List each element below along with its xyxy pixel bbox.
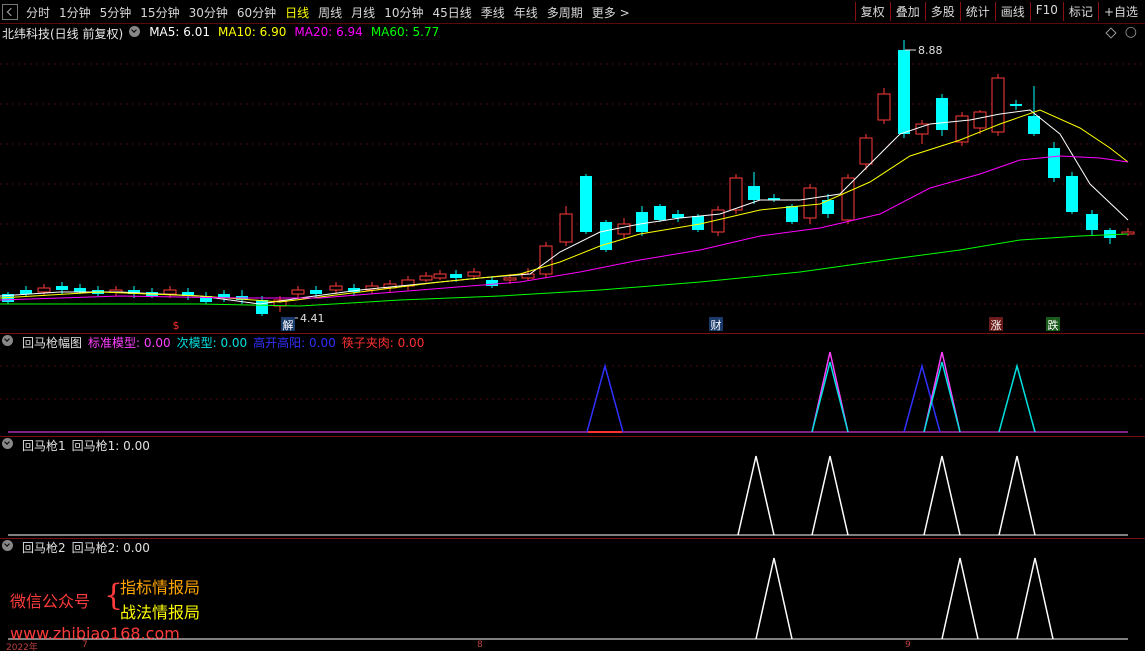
candle-up	[291, 289, 305, 295]
axis-year: 2022年	[6, 643, 38, 651]
event-marker-3: 涨	[991, 319, 1002, 332]
candle-down	[1010, 104, 1022, 106]
candle-up	[559, 213, 573, 243]
candle-up	[617, 223, 631, 235]
candle-down	[20, 290, 32, 294]
period-tab[interactable]: 月线	[351, 4, 375, 21]
period-tabs: 分时 1分钟 5分钟 15分钟 30分钟 60分钟 日线 周线 月线 10分钟 45日线 季线 年线 多周…	[26, 4, 630, 21]
ad-line2: 战法情报局	[120, 603, 201, 622]
ind2-spike	[737, 455, 775, 536]
ind1-spike-cyan	[923, 361, 961, 433]
candle-up	[877, 93, 891, 121]
candle-down	[636, 212, 648, 232]
ad-line1: 指标情报局	[120, 578, 201, 597]
candle-up	[859, 137, 873, 165]
ind1-spike-blue	[903, 363, 941, 433]
ind2-spike	[923, 455, 961, 536]
toolbar-button[interactable]: 画线	[994, 2, 1030, 21]
ind1-spike-cyan	[998, 363, 1036, 433]
candle-up	[329, 285, 343, 291]
candle-down	[256, 300, 268, 314]
ind1-spike-cyan	[811, 361, 849, 433]
candle-down	[786, 206, 798, 222]
candle-down	[1066, 176, 1078, 212]
toolbar-button[interactable]: 多股	[924, 2, 960, 21]
period-tab[interactable]: 60分钟	[237, 4, 276, 21]
candle-down	[748, 186, 760, 200]
ind2-plot[interactable]	[0, 438, 1145, 540]
candle-down	[450, 274, 462, 278]
event-marker-4: 跌	[1048, 318, 1059, 332]
period-tab[interactable]: 15分钟	[140, 4, 179, 21]
period-tab[interactable]: 分时	[26, 4, 50, 21]
axis-month-7: 7	[82, 640, 88, 650]
candle-up	[729, 177, 743, 211]
period-tab[interactable]: 更多 >	[592, 4, 630, 21]
candle-up	[419, 275, 433, 281]
ind3-spike	[755, 557, 793, 640]
period-tab[interactable]: 周线	[318, 4, 342, 21]
candle-up	[433, 273, 447, 279]
period-tab[interactable]: 多周期	[547, 4, 583, 21]
candle-down	[936, 98, 948, 130]
candle-up	[37, 287, 51, 293]
toolbar-button[interactable]: 统计	[959, 2, 995, 21]
period-tab[interactable]: 10分钟	[384, 4, 423, 21]
toolbar-button[interactable]: 叠加	[889, 2, 925, 21]
candle-up	[841, 177, 855, 221]
candle-down	[1104, 230, 1116, 238]
period-tab[interactable]: 年线	[514, 4, 538, 21]
ind3-spike	[941, 557, 979, 640]
candle-down	[74, 288, 86, 292]
period-tab[interactable]: 日线	[285, 4, 309, 21]
event-marker-1: 解	[283, 318, 294, 332]
candle-up	[467, 271, 481, 277]
candle-down	[486, 280, 498, 286]
candle-up	[973, 111, 987, 129]
ind1-spike-blue	[586, 363, 624, 433]
candle-up	[991, 77, 1005, 133]
toolbar-button[interactable]: +自选	[1097, 2, 1143, 21]
candlestick-chart[interactable]: 8.88 4.41 $ 解 财 涨 跌	[0, 24, 1145, 334]
ind1-plot[interactable]	[0, 336, 1145, 436]
ad-wechat: 微信公众号	[10, 592, 91, 611]
watermark-ad: 微信公众号 { 指标情报局 战法情报局 www.zhibiao168.com	[10, 574, 270, 646]
period-tab[interactable]: 45日线	[432, 4, 471, 21]
ind2-spike	[998, 455, 1036, 536]
period-tab[interactable]: 1分钟	[59, 4, 91, 21]
candle-down	[1086, 214, 1098, 230]
event-marker-2: 财	[711, 318, 722, 332]
candle-down	[310, 290, 322, 294]
collapse-toggle[interactable]	[2, 4, 18, 20]
low-price-label: 4.41	[300, 312, 325, 325]
event-marker-0: $	[173, 319, 180, 332]
toolbar-button[interactable]: 标记	[1062, 2, 1098, 21]
period-tab[interactable]: 30分钟	[189, 4, 228, 21]
candle-down	[1028, 116, 1040, 134]
high-price-label: 8.88	[918, 44, 943, 57]
ind3-spike	[1016, 557, 1054, 640]
axis-month-8: 8	[477, 640, 483, 650]
toolbar-button[interactable]: F10	[1029, 2, 1063, 21]
candle-up	[163, 289, 177, 295]
candle-down	[898, 50, 910, 134]
date-axis: 2022年 7 8 9	[0, 640, 1145, 651]
candle-up	[803, 187, 817, 219]
candle-down	[580, 176, 592, 232]
candle-down	[654, 206, 666, 220]
candle-down	[1048, 148, 1060, 178]
period-tab[interactable]: 季线	[481, 4, 505, 21]
candle-up	[503, 277, 517, 281]
period-tab[interactable]: 5分钟	[100, 4, 132, 21]
toolbar-actions: 复权 叠加 多股 统计 画线 F10 标记 +自选	[854, 2, 1143, 21]
toolbar-button[interactable]: 复权	[854, 2, 890, 21]
axis-month-9: 9	[905, 640, 911, 650]
period-toolbar: 分时 1分钟 5分钟 15分钟 30分钟 60分钟 日线 周线 月线 10分钟 45日线 季线 年线 多周…	[0, 0, 1145, 24]
candle-down	[56, 286, 68, 290]
ind2-spike	[811, 455, 849, 536]
candle-up	[539, 245, 553, 275]
